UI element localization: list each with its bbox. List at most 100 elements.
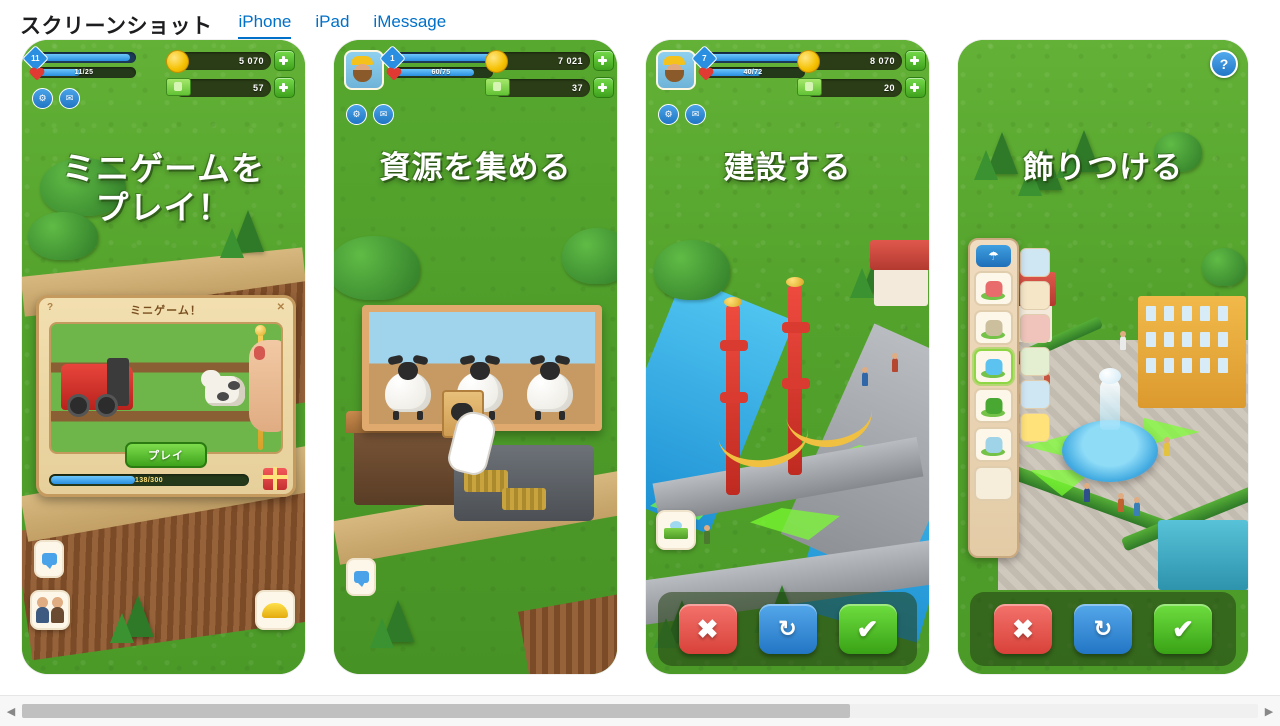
mail-icon[interactable]: ✉ (373, 104, 394, 125)
avatar[interactable] (344, 50, 384, 90)
page-header: スクリーンショット iPhone iPad iMessage (0, 0, 1280, 40)
cancel-button[interactable]: ✖ (994, 604, 1052, 654)
screenshot-shelf[interactable]: 11 11/25 ⚙ ✉ 5 070 57 ミニゲームを プレイ！ ? ミニゲー… (0, 40, 1280, 680)
build-action-bar: ✖ ↻ ✔ (658, 592, 917, 666)
energy-value: 40/72 (743, 69, 763, 76)
energy-bar: 60/75 (389, 67, 493, 78)
shop-building[interactable] (1158, 520, 1248, 590)
bridge-crossbeam (720, 340, 748, 351)
screenshot-card-decorate[interactable]: ? 飾りつける ☂ ✖ ↻ ✔ (958, 40, 1248, 674)
confirm-button[interactable]: ✔ (838, 604, 897, 654)
page-title: スクリーンショット (20, 15, 213, 38)
hud-bars: 1 60/75 (379, 45, 493, 78)
add-coins-button[interactable] (274, 50, 295, 71)
xp-bar: 1 (379, 45, 493, 72)
rotate-button[interactable]: ↻ (1074, 604, 1132, 654)
confirm-button[interactable]: ✔ (1154, 604, 1212, 654)
citizen-sprite (1118, 493, 1124, 512)
palette-item-empty-slot[interactable] (974, 466, 1013, 501)
coin-value: 5 070 (238, 55, 264, 66)
decoration-palette[interactable]: ☂ (968, 238, 1019, 558)
round-tree (1202, 248, 1246, 286)
hand-icon (249, 340, 281, 432)
apartment-building[interactable] (1138, 296, 1246, 408)
bridge-crossbeam (782, 322, 810, 333)
tab-iphone[interactable]: iPhone (238, 10, 292, 39)
hud: 7 40/72 8 070 20 ⚙ ✉ (646, 45, 929, 125)
gear-icon[interactable]: ⚙ (658, 104, 679, 125)
mail-icon[interactable]: ✉ (685, 104, 706, 125)
pavilion-building[interactable] (874, 268, 928, 306)
minigame-stage (49, 322, 283, 454)
star-icon[interactable] (1020, 413, 1050, 442)
scrollbar-thumb[interactable] (22, 704, 851, 718)
scrollbar-track[interactable] (22, 704, 1258, 718)
add-cash-button[interactable] (593, 77, 614, 98)
gear-icon[interactable]: ⚙ (346, 104, 367, 125)
close-icon[interactable]: ✕ (277, 302, 285, 313)
avatar[interactable] (656, 50, 696, 90)
sheep-sprite (527, 354, 573, 420)
chat-icon[interactable] (346, 558, 376, 596)
add-coins-button[interactable] (905, 50, 926, 71)
cash-value: 57 (252, 82, 264, 93)
citizen-sprite (704, 525, 710, 544)
energy-bar: 11/25 (32, 67, 136, 78)
building-tool-strip[interactable] (1020, 248, 1050, 442)
tool-pond[interactable] (1020, 380, 1050, 409)
hay-bale (502, 488, 546, 510)
hardhat-icon[interactable] (255, 590, 295, 630)
palette-item-fountain[interactable] (974, 349, 1013, 384)
screenshot-card-minigame[interactable]: 11 11/25 ⚙ ✉ 5 070 57 ミニゲームを プレイ！ ? ミニゲー… (22, 40, 305, 674)
cow-sprite (201, 370, 245, 406)
friends-icon[interactable] (30, 590, 70, 630)
tool-house-red[interactable] (1020, 314, 1050, 343)
help-button[interactable]: ? (1210, 50, 1238, 78)
hud: 1 60/75 7 021 37 ⚙ ✉ (334, 45, 617, 125)
citizen-sprite (1134, 497, 1140, 516)
scroll-right-arrow[interactable]: ▶ (1258, 696, 1280, 726)
horizontal-scrollbar[interactable]: ◀ ▶ (0, 695, 1280, 726)
decorate-action-bar: ✖ ↻ ✔ (970, 592, 1236, 666)
hud-bars: 11 11/25 ⚙ ✉ (22, 45, 136, 109)
fountain-decoration[interactable] (1062, 368, 1158, 482)
dialog-title: ミニゲーム！ (130, 305, 202, 317)
mail-icon[interactable]: ✉ (59, 88, 80, 109)
tool-eye-view[interactable] (1020, 347, 1050, 376)
coin-resource: 5 070 (166, 49, 295, 73)
caption-build: 建設する (723, 150, 852, 185)
terrain-icon[interactable] (656, 510, 696, 550)
tab-imessage[interactable]: iMessage (373, 10, 446, 39)
play-button[interactable]: プレイ (125, 442, 207, 468)
chat-icon[interactable] (34, 540, 64, 578)
decoration-menu-icon[interactable]: ☂ (976, 245, 1011, 267)
house-roof (870, 240, 929, 270)
dialog-help-icon[interactable]: ? (47, 302, 53, 313)
coin-icon (166, 49, 189, 73)
add-cash-button[interactable] (274, 77, 295, 98)
progress-value: 138/300 (134, 476, 164, 484)
citizen-sprite (1164, 437, 1170, 456)
tool-house-cream[interactable] (1020, 281, 1050, 310)
cancel-button[interactable]: ✖ (678, 604, 737, 654)
rotate-button[interactable]: ↻ (758, 604, 817, 654)
citizen-sprite (892, 353, 898, 372)
tool-house-blue[interactable] (1020, 248, 1050, 277)
gear-icon[interactable]: ⚙ (32, 88, 53, 109)
palette-item-topiary[interactable] (974, 388, 1013, 423)
cash-value: 37 (571, 82, 583, 93)
tree-cluster (334, 236, 420, 300)
add-cash-button[interactable] (905, 77, 926, 98)
energy-bar: 40/72 (701, 67, 805, 78)
minigame-dialog[interactable]: ? ミニゲーム！ ✕ プレイ 138/300 (36, 295, 296, 497)
gift-icon[interactable] (262, 467, 288, 490)
add-coins-button[interactable] (593, 50, 614, 71)
screenshot-card-gather[interactable]: 1 60/75 7 021 37 ⚙ ✉ 資源を集める (334, 40, 617, 674)
palette-item-statue[interactable] (974, 310, 1013, 345)
tab-ipad[interactable]: iPad (315, 10, 349, 39)
palette-item-flower-bed[interactable] (974, 271, 1013, 306)
palette-item-rock-garden[interactable] (974, 427, 1013, 462)
screenshot-card-build[interactable]: 7 40/72 8 070 20 ⚙ ✉ 建設する ✖ ↻ ✔ (646, 40, 929, 674)
scroll-left-arrow[interactable]: ◀ (0, 696, 22, 726)
sheep-sprite (385, 354, 431, 420)
